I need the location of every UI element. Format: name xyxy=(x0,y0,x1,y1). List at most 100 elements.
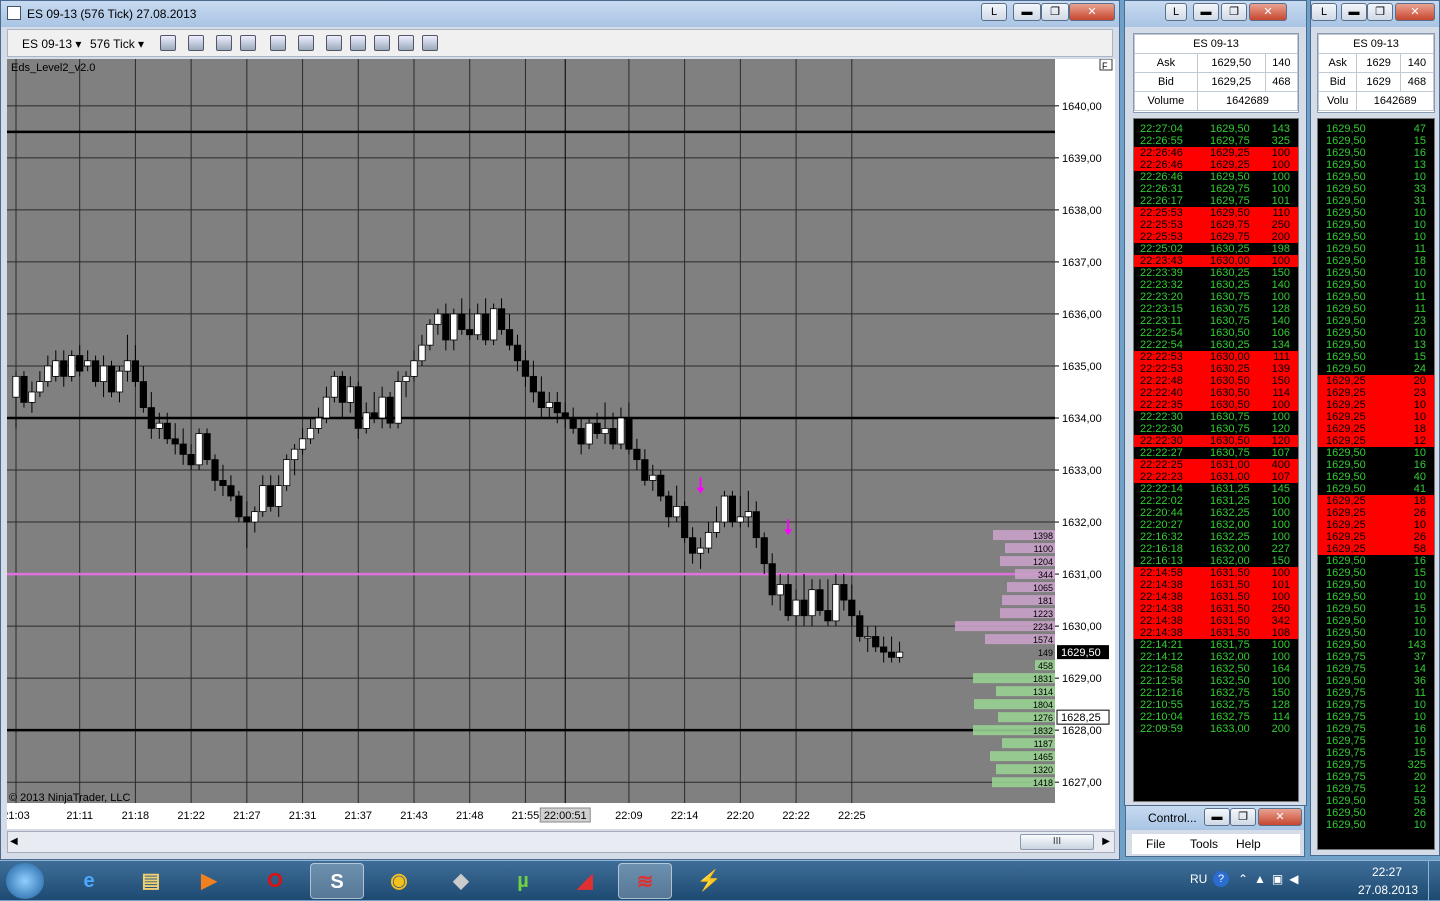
explorer-icon[interactable]: ▤ xyxy=(124,863,178,899)
tape-size: 16 xyxy=(1413,555,1426,567)
data-box-icon[interactable] xyxy=(422,35,438,51)
maximize-button[interactable]: ❐ xyxy=(1041,3,1069,21)
tape-size: 13 xyxy=(1413,159,1426,171)
candle-body xyxy=(529,375,538,393)
ie-icon[interactable]: e xyxy=(62,863,116,899)
scroll-thumb[interactable]: III xyxy=(1020,834,1094,850)
horizontal-scrollbar[interactable]: ◀ III ▶ xyxy=(7,831,1115,853)
interval-selector[interactable]: 576 Tick ▾ xyxy=(90,34,144,54)
winamp-icon[interactable]: ⚡ xyxy=(682,863,736,899)
link-button[interactable]: L xyxy=(981,3,1007,21)
tape-size: 101 xyxy=(1271,195,1290,207)
tape-row: 1629,50 10 xyxy=(1318,615,1434,627)
skype-icon[interactable]: S xyxy=(310,863,364,899)
tape-row: 22:16:32 1632,25 100 xyxy=(1134,531,1298,543)
cc-close-button[interactable]: ✕ xyxy=(1258,808,1302,826)
indicators-icon[interactable] xyxy=(326,35,342,51)
dom1-close-button[interactable]: ✕ xyxy=(1249,3,1287,21)
dom1-link-button[interactable]: L xyxy=(1165,3,1187,21)
dom2-maximize-button[interactable]: ❐ xyxy=(1367,3,1393,21)
chrome-icon[interactable]: ◉ xyxy=(372,863,426,899)
opera-icon[interactable]: O xyxy=(248,863,302,899)
cc-minimize-button[interactable]: ▬ xyxy=(1204,808,1230,826)
cc-menu-tools[interactable]: Tools xyxy=(1190,834,1218,854)
tape-price: 1631,50 xyxy=(1210,627,1250,639)
dollar-icon[interactable] xyxy=(398,35,414,51)
dom-window-1: L ▬ ❐ ✕ ES 09-13 Ask 1629,50 140 Bid 1629,2… xyxy=(1124,0,1307,806)
cc-maximize-button[interactable]: ❐ xyxy=(1230,808,1256,826)
dom1-minimize-button[interactable]: ▬ xyxy=(1193,3,1219,21)
tape-price: 1631,75 xyxy=(1210,639,1250,651)
tape-size: 100 xyxy=(1271,675,1290,687)
dom1-volume-label: Volume xyxy=(1134,91,1198,111)
zoom-icon[interactable] xyxy=(298,35,314,51)
cc-menu-file[interactable]: File xyxy=(1146,834,1165,854)
y-tick-label: 1631,00 xyxy=(1062,569,1102,581)
y-tick-label: 1637,00 xyxy=(1062,257,1102,269)
scroll-right-arrow[interactable]: ▶ xyxy=(1102,836,1110,847)
media-player-icon[interactable]: ▶ xyxy=(182,863,236,899)
tape-row: 22:22:54 1630,25 134 xyxy=(1134,339,1298,351)
control-center-window: Control... ▬ ❐ ✕ File Tools Help xyxy=(1125,805,1305,857)
start-button[interactable] xyxy=(6,863,44,899)
tape-time: 22:20:44 xyxy=(1140,507,1183,519)
properties-icon[interactable] xyxy=(374,35,390,51)
candle-body xyxy=(99,365,108,382)
chart-window-titlebar[interactable]: ES 09-13 (576 Tick) 27.08.2013 xyxy=(1,1,1119,27)
tape-row: 1629,25 10 xyxy=(1318,519,1434,531)
tape-size: 10 xyxy=(1413,735,1426,747)
chart-panel[interactable]: 1398 1100 1204 344 1065 181 1223 2234 1574 149 458… xyxy=(2,58,1115,829)
crosshair-icon[interactable] xyxy=(270,35,286,51)
tape-size: 37 xyxy=(1413,651,1426,663)
scroll-left-arrow[interactable]: ◀ xyxy=(10,836,18,847)
dom2-minimize-button[interactable]: ▬ xyxy=(1341,3,1367,21)
tape-price: 1629,50 xyxy=(1326,267,1366,279)
maps-icon[interactable]: ◢ xyxy=(558,863,612,899)
eraser-icon[interactable] xyxy=(240,35,256,51)
candle-body xyxy=(155,422,163,429)
drawing-pen-icon[interactable] xyxy=(188,35,204,51)
close-button[interactable]: ✕ xyxy=(1069,3,1115,21)
candle-body xyxy=(306,427,315,440)
draw-tools-icon[interactable] xyxy=(216,35,232,51)
tape-price: 1630,50 xyxy=(1210,399,1250,411)
dom1-maximize-button[interactable]: ❐ xyxy=(1221,3,1247,21)
cc-menu-help[interactable]: Help xyxy=(1236,834,1261,854)
bar-style-icon[interactable] xyxy=(160,35,176,51)
dom2-close-button[interactable]: ✕ xyxy=(1395,3,1435,21)
tape-time: 22:23:39 xyxy=(1140,267,1183,279)
tape-time: 22:25:53 xyxy=(1140,207,1183,219)
tape-price: 1629,50 xyxy=(1326,255,1366,267)
tape-size: 139 xyxy=(1271,363,1290,375)
control-center-title: Control... xyxy=(1148,811,1197,825)
dom2-link-button[interactable]: L xyxy=(1311,3,1337,21)
ninjatrader-icon[interactable]: ≋ xyxy=(618,863,672,899)
dom1-time-and-sales[interactable]: 22:27:04 1629,50 143 22:26:55 1629,75 325 22:2… xyxy=(1133,118,1299,802)
dom2-ask-size: 140 xyxy=(1399,53,1435,73)
show-desktop-button[interactable] xyxy=(1428,861,1440,901)
tape-row: 22:22:54 1630,50 106 xyxy=(1134,327,1298,339)
tape-row: 22:26:46 1629,25 100 xyxy=(1134,159,1298,171)
price-chart[interactable]: 1398 1100 1204 344 1065 181 1223 2234 1574 149 458… xyxy=(2,58,1115,829)
clock-time[interactable]: 22:27 xyxy=(1372,865,1402,879)
clock-date[interactable]: 27.08.2013 xyxy=(1358,883,1418,897)
utorrent-icon[interactable]: µ xyxy=(496,863,550,899)
tape-row: 1629,25 26 xyxy=(1318,531,1434,543)
minimize-button[interactable]: ▬ xyxy=(1013,3,1041,21)
tape-price: 1632,00 xyxy=(1210,555,1250,567)
strategies-icon[interactable] xyxy=(350,35,366,51)
tape-time: 22:26:31 xyxy=(1140,183,1183,195)
candle-body xyxy=(314,417,323,429)
tape-time: 22:26:46 xyxy=(1140,159,1183,171)
help-icon[interactable]: ? xyxy=(1213,871,1229,887)
tape-row: 1629,50 16 xyxy=(1318,555,1434,567)
dom2-time-and-sales[interactable]: 1629,50 47 1629,50 15 1629,50 16 1629,50 13 1629… xyxy=(1317,118,1435,850)
tray-icons[interactable]: ⌃▲▣◀ xyxy=(1238,872,1305,886)
tape-price: 1629,50 xyxy=(1326,219,1366,231)
tape-price: 1629,75 xyxy=(1326,711,1366,723)
candle-body xyxy=(219,480,227,487)
language-indicator[interactable]: RU xyxy=(1190,872,1207,886)
tape-row: 1629,50 143 xyxy=(1318,639,1434,651)
instrument-selector[interactable]: ES 09-13 ▾ xyxy=(22,34,81,54)
world-of-tanks-icon[interactable]: ◆ xyxy=(434,863,488,899)
